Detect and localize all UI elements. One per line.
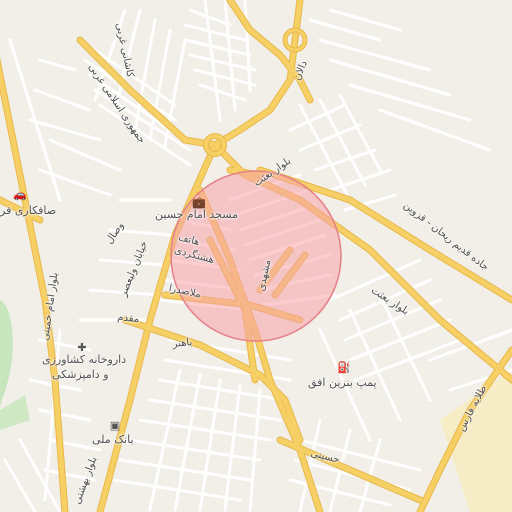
bank-icon[interactable]: ▣ [109,419,121,432]
road-label-bahonar: باهنر [172,336,193,350]
car-icon[interactable]: 🚗 [13,188,27,201]
map-canvas[interactable]: 💼 🚗 ✚ ⛽ ▣ دالان بلوار بعثت بلوار بعثت جا… [0,0,512,512]
poi-label-safakari[interactable]: صافکاری فر [0,204,56,217]
pharmacy-icon[interactable]: ✚ [76,341,88,354]
briefcase-icon[interactable]: 💼 [192,196,206,209]
poi-label-mosque[interactable]: مسجد امام حسین [155,208,238,221]
map-layer [0,0,512,512]
park-area [0,300,13,410]
poi-label-bank-melli[interactable]: بانک ملی [92,433,134,446]
fuel-icon[interactable]: ⛽ [337,361,351,374]
park-area [0,395,30,430]
road-label-moghadam: مقدم [116,312,140,326]
poi-label-pump-benzin[interactable]: پمپ بنزین افق [308,376,377,389]
poi-label-darookhaneh-2[interactable]: و دامپزشکی [52,368,109,381]
poi-label-darookhaneh-1[interactable]: داروخانه کشاورزی [42,353,126,366]
